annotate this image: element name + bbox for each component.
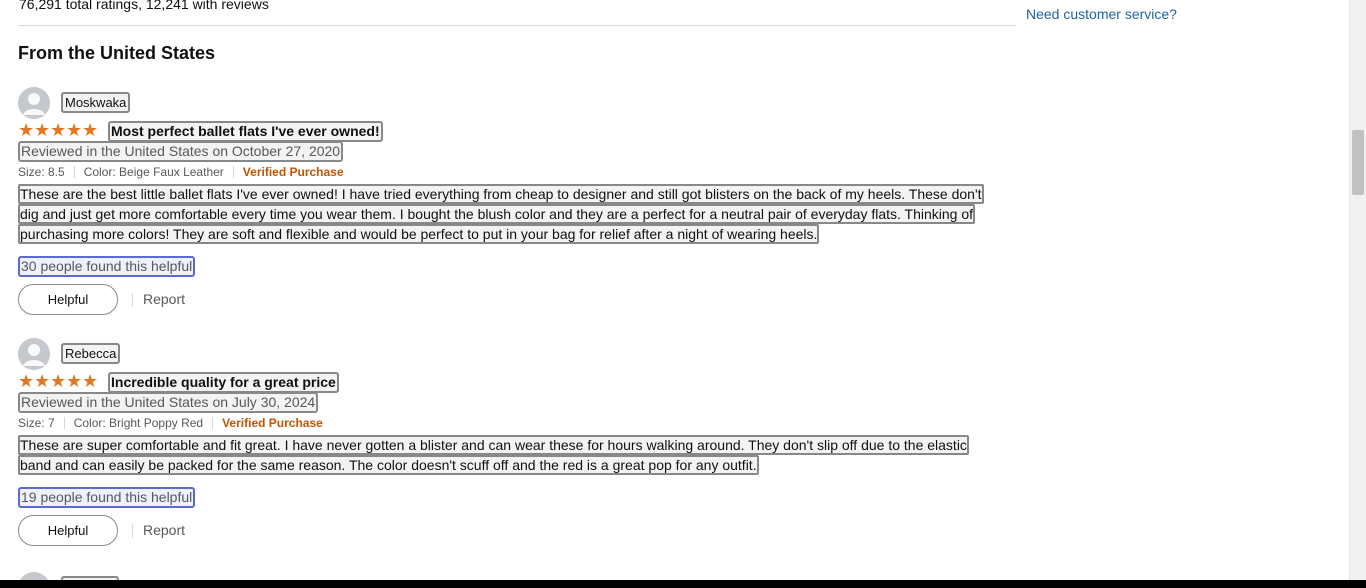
review-title[interactable]: Most perfect ballet flats I've ever owne… [108,121,383,142]
avatar-icon [18,87,50,119]
review-meta: Size: 7 Color: Bright Poppy Red Verified… [18,416,323,430]
size-label: Size: 8.5 [18,165,65,179]
review-date: Reviewed in the United States on July 30… [18,392,319,413]
review-body: These are the best little ballet flats I… [18,184,984,244]
divider [18,25,1016,26]
bottom-bar [0,580,1366,588]
button-separator [132,293,133,307]
meta-separator [232,166,234,178]
star-filled-icon: ★ [18,371,35,391]
star-filled-icon: ★ [18,120,35,140]
meta-separator [63,417,65,429]
star-filled-icon: ★ [66,371,83,391]
verified-purchase-badge: Verified Purchase [242,165,344,179]
star-filled-icon: ★ [50,371,67,391]
ratings-summary: 76,291 total ratings, 12,241 with review… [19,0,269,12]
review-meta: Size: 8.5 Color: Beige Faux Leather Veri… [18,165,344,179]
section-title: From the United States [18,43,216,63]
verified-purchase-badge: Verified Purchase [222,416,323,430]
star-filled-icon: ★ [82,120,99,140]
report-link[interactable]: Report [143,522,185,538]
star-filled-icon: ★ [34,371,51,391]
helpful-count: 30 people found this helpful [18,256,196,277]
avatar-icon [18,338,50,370]
scrollbar[interactable] [1349,0,1366,588]
review-text-line: band and can easily be packed for the sa… [18,455,759,475]
scrollbar-thumb[interactable] [1352,130,1364,195]
review-card: Rebecca ★ ★ ★ ★ ★ Incredible quality for… [18,338,1016,558]
review-text-line: These are the best little ballet flats I… [18,184,984,204]
review-text-line: dig and just get more comfortable every … [18,204,976,224]
report-link[interactable]: Report [143,291,185,307]
meta-separator [73,166,75,178]
review-body: These are super comfortable and fit grea… [18,435,969,475]
button-separator [132,524,133,538]
star-rating[interactable]: ★ ★ ★ ★ ★ [18,371,99,391]
helpful-count: 19 people found this helpful [18,487,196,508]
star-filled-icon: ★ [66,120,83,140]
review-text-line: These are super comfortable and fit grea… [18,435,969,455]
helpful-button[interactable]: Helpful [18,284,118,315]
color-label: Color: Bright Poppy Red [73,416,204,430]
reviewer-name[interactable]: Rebecca [61,343,121,364]
star-filled-icon: ★ [82,371,99,391]
review-text-line: purchasing more colors! They are soft an… [18,224,820,244]
review-card: Moskwaka ★ ★ ★ ★ ★ Most perfect ballet f… [18,87,1016,317]
reviewer-name[interactable]: Moskwaka [61,92,131,113]
review-date: Reviewed in the United States on October… [18,141,344,162]
meta-separator [212,417,214,429]
star-rating[interactable]: ★ ★ ★ ★ ★ [18,120,99,140]
color-label: Color: Beige Faux Leather [83,165,224,179]
size-label: Size: 7 [18,416,55,430]
review-title[interactable]: Incredible quality for a great price [108,372,339,393]
helpful-button[interactable]: Helpful [18,515,118,546]
customer-service-link[interactable]: Need customer service? [1026,6,1177,22]
star-filled-icon: ★ [50,120,67,140]
star-filled-icon: ★ [34,120,51,140]
